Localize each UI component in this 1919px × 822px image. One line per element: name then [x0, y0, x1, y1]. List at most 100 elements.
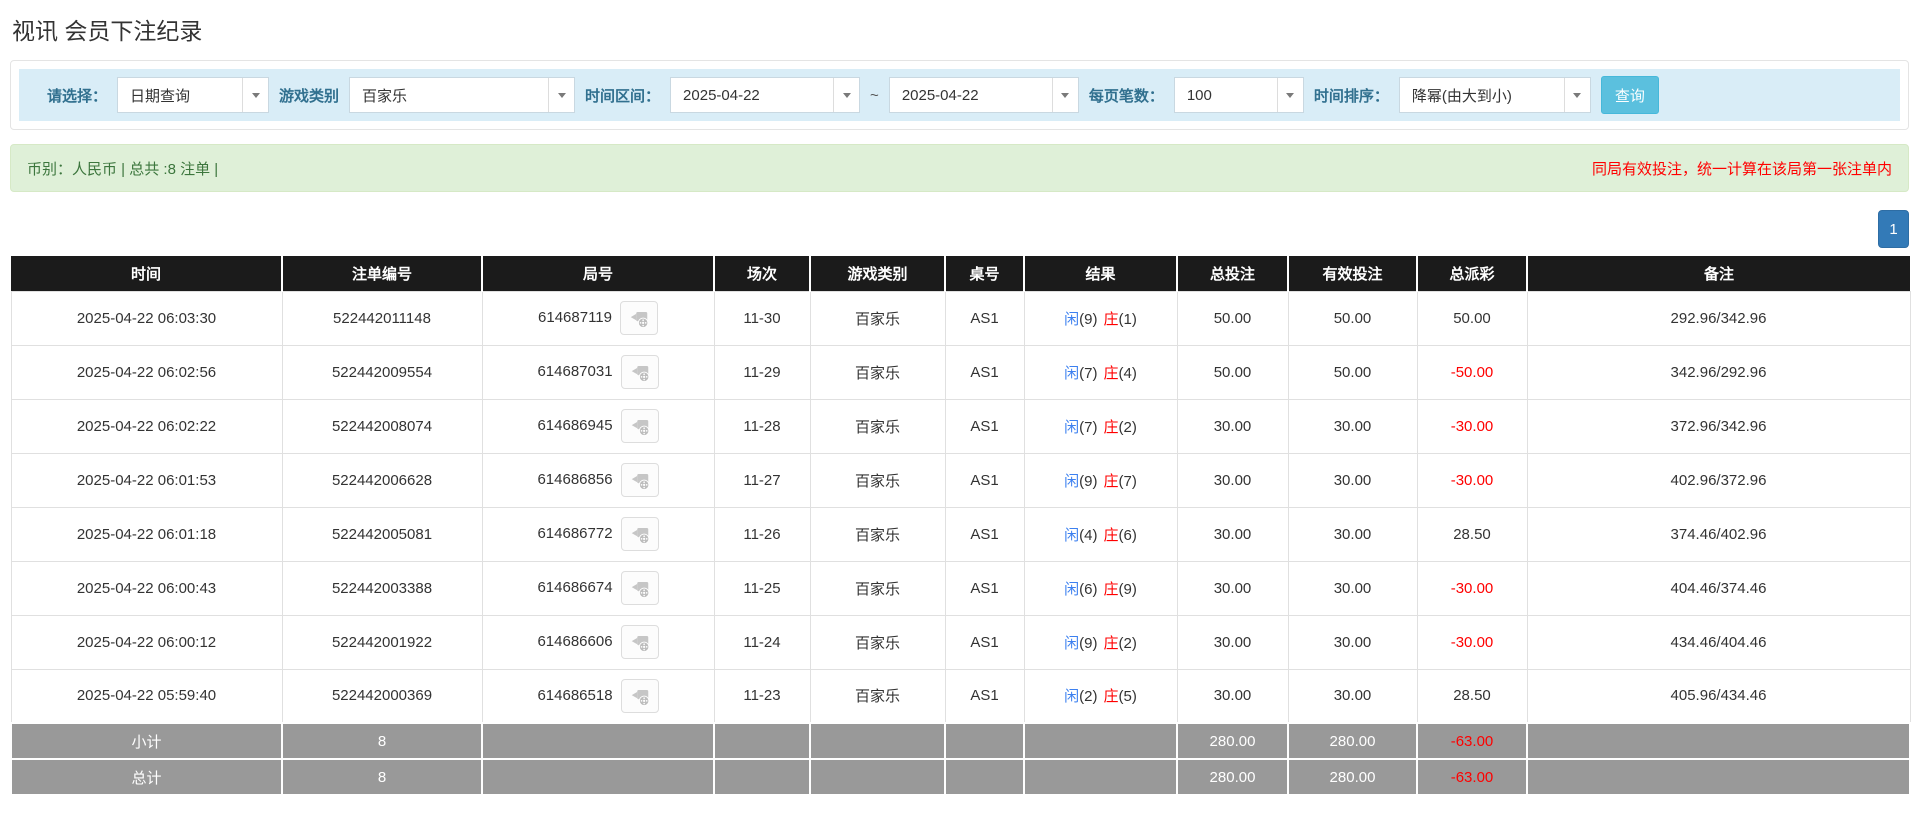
result-player-label: 闲: [1064, 527, 1079, 544]
cell-bet-id: 522442008074: [282, 399, 482, 453]
cell-table-no: AS1: [945, 561, 1024, 615]
date-from-select[interactable]: 2025-04-22: [670, 77, 860, 113]
summary-currency-count: 币别：人民币 | 总共 :8 注单 |: [27, 158, 218, 179]
cell-bet-id: 522442011148: [282, 291, 482, 345]
cell-payout: 28.50: [1417, 507, 1527, 561]
chevron-down-icon: [242, 78, 268, 112]
table-header: 时间 注单编号 局号 场次 游戏类别 桌号 结果 总投注 有效投注 总派彩 备注: [11, 256, 1910, 291]
page-title: 视讯 会员下注纪录: [12, 12, 1907, 46]
cell-time: 2025-04-22 06:02:22: [11, 399, 282, 453]
cell-total-bet-link[interactable]: 30.00: [1177, 561, 1288, 615]
cell-round-id: 614686518: [482, 669, 714, 723]
result-banker-score: (1): [1119, 311, 1137, 328]
query-type-value: 日期查询: [130, 85, 190, 106]
cell-payout: -30.00: [1417, 561, 1527, 615]
video-replay-button[interactable]: [621, 463, 659, 497]
result-banker-score: (7): [1119, 473, 1137, 490]
cell-game-type: 百家乐: [810, 561, 945, 615]
cell-table-no: AS1: [945, 669, 1024, 723]
date-to-select[interactable]: 2025-04-22: [889, 77, 1079, 113]
cell-game-type: 百家乐: [810, 669, 945, 723]
total-row: 总计 8 280.00 280.00 -63.00: [11, 759, 1910, 795]
result-player-label: 闲: [1064, 635, 1079, 652]
cell-result: 闲(7)庄(4): [1024, 345, 1177, 399]
video-replay-button[interactable]: [621, 355, 659, 389]
video-replay-button[interactable]: [620, 301, 658, 335]
cell-bet-id: 522442000369: [282, 669, 482, 723]
cell-total-bet-link[interactable]: 30.00: [1177, 453, 1288, 507]
result-banker-label: 庄: [1104, 473, 1119, 490]
result-player-label: 闲: [1064, 581, 1079, 598]
cell-remark: 374.46/402.96: [1527, 507, 1910, 561]
result-player-score: (7): [1079, 419, 1097, 436]
subtotal-payout: -63.00: [1417, 723, 1527, 759]
cell-payout: 50.00: [1417, 291, 1527, 345]
game-type-select[interactable]: 百家乐: [349, 77, 575, 113]
round-id-text: 614686518: [537, 687, 612, 704]
cell-round-id: 614686772: [482, 507, 714, 561]
col-header-table-no: 桌号: [945, 256, 1024, 291]
page-1-button[interactable]: 1: [1878, 210, 1909, 248]
result-banker-label: 庄: [1104, 635, 1119, 652]
cell-session: 11-29: [714, 345, 810, 399]
video-icon: [629, 523, 651, 545]
per-page-select[interactable]: 100: [1174, 77, 1304, 113]
cell-valid-bet: 30.00: [1288, 669, 1417, 723]
cell-game-type: 百家乐: [810, 291, 945, 345]
cell-payout: -30.00: [1417, 399, 1527, 453]
cell-session: 11-27: [714, 453, 810, 507]
search-button[interactable]: 查询: [1601, 76, 1659, 114]
result-banker-label: 庄: [1104, 365, 1119, 382]
cell-time: 2025-04-22 06:03:30: [11, 291, 282, 345]
total-total-bet: 280.00: [1177, 759, 1288, 795]
video-icon: [629, 577, 651, 599]
table-row: 2025-04-22 06:00:43 522442003388 6146866…: [11, 561, 1910, 615]
result-banker-score: (2): [1119, 635, 1137, 652]
subtotal-total-bet: 280.00: [1177, 723, 1288, 759]
per-page-value: 100: [1187, 87, 1212, 104]
col-header-session: 场次: [714, 256, 810, 291]
cell-table-no: AS1: [945, 291, 1024, 345]
table-row: 2025-04-22 06:02:56 522442009554 6146870…: [11, 345, 1910, 399]
video-replay-button[interactable]: [621, 625, 659, 659]
sort-order-select[interactable]: 降幂(由大到小): [1399, 77, 1591, 113]
total-count: 8: [282, 759, 482, 795]
cell-total-bet-link[interactable]: 30.00: [1177, 615, 1288, 669]
cell-bet-id: 522442006628: [282, 453, 482, 507]
cell-session: 11-23: [714, 669, 810, 723]
video-replay-button[interactable]: [621, 679, 659, 713]
cell-time: 2025-04-22 06:01:53: [11, 453, 282, 507]
result-banker-score: (5): [1119, 688, 1137, 705]
cell-total-bet-link[interactable]: 50.00: [1177, 291, 1288, 345]
video-icon: [629, 685, 651, 707]
result-player-score: (9): [1079, 635, 1097, 652]
cell-total-bet-link[interactable]: 30.00: [1177, 507, 1288, 561]
cell-table-no: AS1: [945, 399, 1024, 453]
cell-bet-id: 522442009554: [282, 345, 482, 399]
video-replay-button[interactable]: [621, 409, 659, 443]
col-header-round-id: 局号: [482, 256, 714, 291]
time-range-label: 时间区间：: [585, 85, 660, 106]
cell-session: 11-26: [714, 507, 810, 561]
round-id-text: 614686856: [537, 471, 612, 488]
video-replay-button[interactable]: [621, 571, 659, 605]
cell-total-bet-link[interactable]: 30.00: [1177, 669, 1288, 723]
col-header-time: 时间: [11, 256, 282, 291]
col-header-bet-id: 注单编号: [282, 256, 482, 291]
round-id-text: 614686606: [537, 633, 612, 650]
cell-result: 闲(9)庄(1): [1024, 291, 1177, 345]
cell-remark: 342.96/292.96: [1527, 345, 1910, 399]
video-replay-button[interactable]: [621, 517, 659, 551]
video-icon: [629, 469, 651, 491]
cell-total-bet-link[interactable]: 50.00: [1177, 345, 1288, 399]
col-header-game-type: 游戏类别: [810, 256, 945, 291]
summary-note: 同局有效投注，统一计算在该局第一张注单内: [1592, 158, 1892, 179]
col-header-valid-bet: 有效投注: [1288, 256, 1417, 291]
subtotal-valid-bet: 280.00: [1288, 723, 1417, 759]
query-type-select[interactable]: 日期查询: [117, 77, 269, 113]
cell-table-no: AS1: [945, 507, 1024, 561]
cell-session: 11-30: [714, 291, 810, 345]
cell-total-bet-link[interactable]: 30.00: [1177, 399, 1288, 453]
cell-valid-bet: 50.00: [1288, 345, 1417, 399]
total-payout: -63.00: [1417, 759, 1527, 795]
